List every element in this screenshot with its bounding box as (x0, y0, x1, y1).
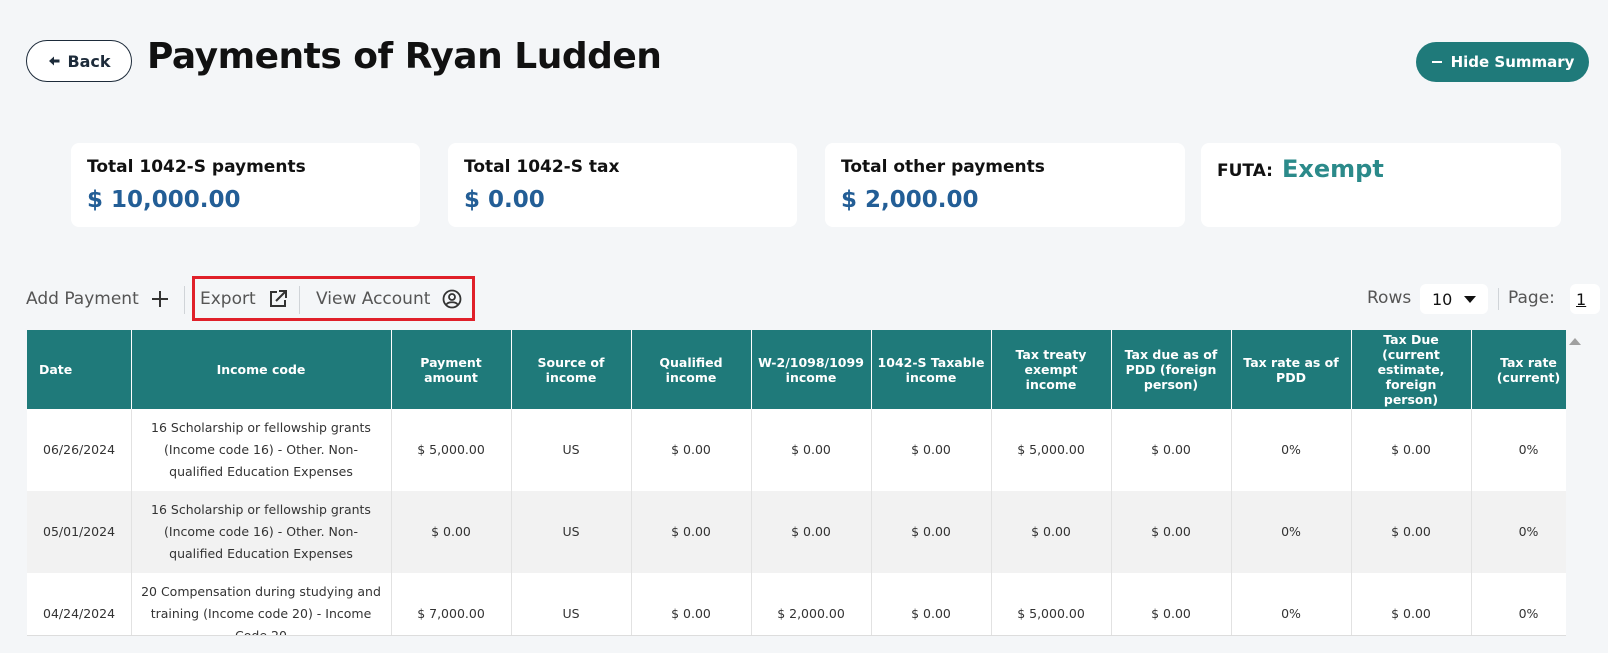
table-cell: 0% (1471, 491, 1566, 573)
table-cell: $ 0.00 (871, 573, 992, 635)
table-row[interactable]: 06/26/2024 16 Scholarship or fellowship … (27, 409, 1566, 491)
add-payment-label: Add Payment (26, 289, 139, 309)
table-cell: 05/01/2024 (27, 491, 132, 573)
column-header[interactable]: Tax due as of PDD (foreign person) (1111, 330, 1232, 409)
column-header[interactable]: Tax Due (current estimate, foreign perso… (1351, 330, 1472, 409)
table-cell: 16 Scholarship or fellowship grants (Inc… (131, 409, 392, 491)
chevron-down-icon (1464, 295, 1476, 303)
table-cell: $ 0.00 (871, 409, 992, 491)
table-cell: US (511, 573, 632, 635)
toolbar-divider (1498, 288, 1499, 310)
table-cell: $ 0.00 (391, 491, 512, 573)
summary-card-1042s-payments: Total 1042-S payments $ 10,000.00 (71, 143, 420, 227)
card-label: Total 1042-S payments (87, 157, 306, 177)
hide-summary-label: Hide Summary (1450, 53, 1575, 71)
column-header[interactable]: Tax treaty exempt income (991, 330, 1112, 409)
table-cell: US (511, 491, 632, 573)
table-cell: 04/24/2024 (27, 573, 132, 635)
rows-label: Rows (1367, 288, 1412, 308)
column-header[interactable]: Payment amount (391, 330, 512, 409)
card-value: $ 2,000.00 (841, 187, 979, 213)
column-header[interactable]: Qualified income (631, 330, 752, 409)
arrow-left-icon (49, 56, 60, 66)
table-row[interactable]: 04/24/2024 20 Compensation during studyi… (27, 573, 1566, 635)
column-header[interactable]: W-2/1098/1099 income (751, 330, 872, 409)
page-title: Payments of Ryan Ludden (147, 36, 662, 77)
table-row[interactable]: 05/01/2024 16 Scholarship or fellowship … (27, 491, 1566, 573)
rows-select[interactable]: 10 (1420, 284, 1488, 314)
futa-value: Exempt (1282, 155, 1384, 183)
minus-icon (1431, 61, 1442, 63)
table-cell: $ 0.00 (631, 491, 752, 573)
table-cell: $ 0.00 (751, 491, 872, 573)
add-payment-button[interactable]: Add Payment (26, 285, 169, 313)
table-cell: 06/26/2024 (27, 409, 132, 491)
table-cell: $ 7,000.00 (391, 573, 512, 635)
table-cell: $ 2,000.00 (751, 573, 872, 635)
summary-card-other-payments: Total other payments $ 2,000.00 (825, 143, 1185, 227)
table-cell: $ 0.00 (751, 409, 872, 491)
table-cell: $ 5,000.00 (391, 409, 512, 491)
futa-label: FUTA: (1217, 161, 1273, 181)
summary-card-1042s-tax: Total 1042-S tax $ 0.00 (448, 143, 797, 227)
table-cell: $ 0.00 (1351, 573, 1472, 635)
back-button[interactable]: Back (26, 40, 132, 82)
toolbar-divider (184, 286, 185, 314)
column-header[interactable]: 1042-S Taxable income (871, 330, 992, 409)
table-cell: $ 0.00 (1111, 573, 1232, 635)
table-cell: $ 0.00 (631, 573, 752, 635)
back-button-label: Back (67, 51, 111, 71)
page-label: Page: (1508, 288, 1555, 308)
table-cell: 16 Scholarship or fellowship grants (Inc… (131, 491, 392, 573)
table-cell: 0% (1471, 573, 1566, 635)
card-label: Total other payments (841, 157, 1045, 177)
table-cell: US (511, 409, 632, 491)
table-cell: 20 Compensation during studying and trai… (131, 573, 392, 635)
table-cell: $ 0.00 (991, 491, 1112, 573)
table-cell: $ 5,000.00 (991, 409, 1112, 491)
column-header[interactable]: Tax rate (current) (1471, 330, 1566, 409)
highlight-box (192, 276, 475, 321)
rows-select-value: 10 (1432, 289, 1453, 309)
table-cell: $ 0.00 (1351, 491, 1472, 573)
payments-table: Date Income code Payment amount Source o… (27, 330, 1566, 636)
hide-summary-button[interactable]: Hide Summary (1416, 42, 1589, 82)
column-header[interactable]: Source of income (511, 330, 632, 409)
card-value: $ 0.00 (464, 187, 545, 213)
summary-card-futa: FUTA: Exempt (1201, 143, 1561, 227)
scroll-up-arrow-icon[interactable] (1569, 338, 1581, 345)
page-input[interactable]: 1 (1570, 284, 1600, 314)
table-scrollbar[interactable] (1566, 330, 1582, 636)
card-value: $ 10,000.00 (87, 187, 241, 213)
table-cell: $ 0.00 (631, 409, 752, 491)
column-header[interactable]: Income code (131, 330, 392, 409)
card-label: Total 1042-S tax (464, 157, 620, 177)
table-cell: 0% (1231, 491, 1352, 573)
table-cell: 0% (1231, 409, 1352, 491)
table-cell: $ 0.00 (871, 491, 992, 573)
table-cell: $ 0.00 (1111, 409, 1232, 491)
table-cell: $ 5,000.00 (991, 573, 1112, 635)
table-header-row: Date Income code Payment amount Source o… (27, 330, 1566, 409)
table-cell: 0% (1231, 573, 1352, 635)
table-cell: 0% (1471, 409, 1566, 491)
table-cell: $ 0.00 (1351, 409, 1472, 491)
column-header[interactable]: Date (27, 330, 132, 409)
column-header[interactable]: Tax rate as of PDD (1231, 330, 1352, 409)
table-cell: $ 0.00 (1111, 491, 1232, 573)
plus-icon (151, 291, 168, 307)
